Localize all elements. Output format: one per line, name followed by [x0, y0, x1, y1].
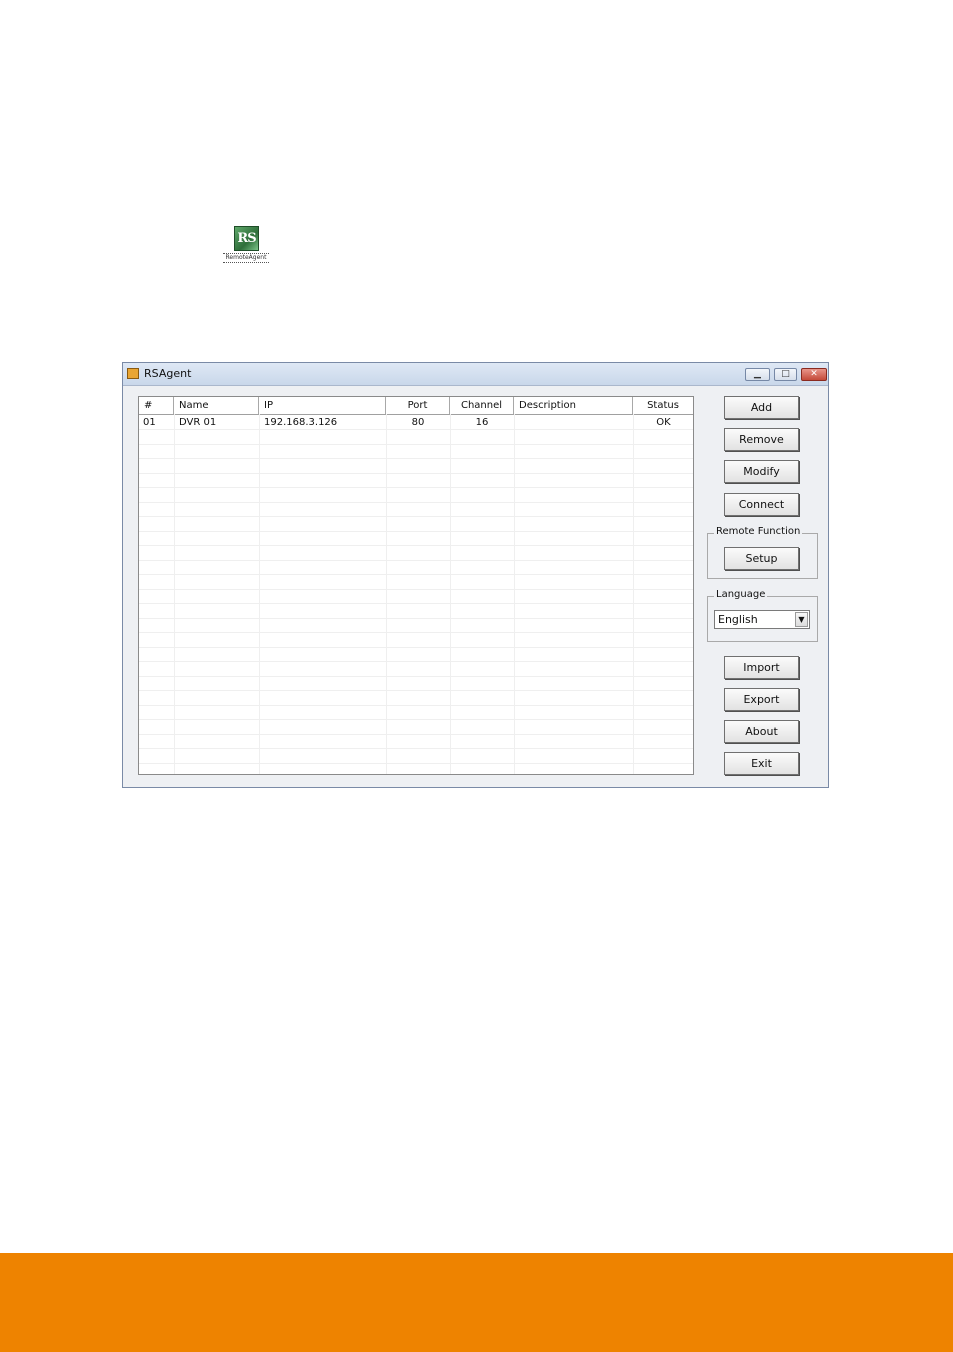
- grid-line: [139, 690, 693, 691]
- modify-button[interactable]: Modify: [724, 460, 799, 483]
- grid-line: [139, 618, 693, 619]
- rsagent-desktop-icon[interactable]: RS RemoteAgent: [222, 226, 270, 264]
- grid-line: [139, 603, 693, 604]
- grid-line: [450, 414, 451, 774]
- desktop-icon-caption: RemoteAgent: [223, 253, 269, 263]
- grid-line: [139, 545, 693, 546]
- column-header-channel[interactable]: Channel: [450, 397, 514, 414]
- grid-line: [139, 676, 693, 677]
- row-ip: 192.168.3.126: [264, 417, 338, 428]
- maximize-button[interactable]: □: [774, 368, 797, 381]
- setup-button[interactable]: Setup: [724, 547, 799, 570]
- connect-button[interactable]: Connect: [724, 493, 799, 516]
- remote-function-label: Remote Function: [714, 526, 803, 537]
- language-selected-value: English: [718, 613, 758, 626]
- import-button[interactable]: Import: [724, 656, 799, 679]
- grid-line: [139, 560, 693, 561]
- grid-line: [139, 705, 693, 706]
- rsagent-window: RSAgent ▁ □ ✕ # Name IP Port Channel Des…: [122, 362, 829, 788]
- title-bar[interactable]: RSAgent ▁ □ ✕: [123, 363, 828, 386]
- footer-bar: [0, 1253, 953, 1352]
- row-name: DVR 01: [179, 417, 217, 428]
- window-title: RSAgent: [144, 367, 192, 380]
- grid-line: [139, 516, 693, 517]
- row-port: 80: [411, 417, 425, 428]
- grid-line: [139, 647, 693, 648]
- row-number: 01: [143, 417, 156, 428]
- export-button[interactable]: Export: [724, 688, 799, 711]
- about-button[interactable]: About: [724, 720, 799, 743]
- grid-line: [139, 531, 693, 532]
- close-button[interactable]: ✕: [801, 368, 827, 381]
- grid-line: [139, 763, 693, 764]
- grid-line: [139, 748, 693, 749]
- rsagent-window-icon: [127, 368, 139, 379]
- dropdown-arrow-icon[interactable]: ▼: [795, 612, 808, 627]
- row-status: OK: [656, 417, 671, 428]
- grid-line: [514, 414, 515, 774]
- language-select[interactable]: English ▼: [714, 610, 810, 629]
- rsagent-app-icon: RS: [234, 226, 259, 251]
- grid-line: [139, 487, 693, 488]
- grid-line: [139, 589, 693, 590]
- row-channel: 16: [475, 417, 489, 428]
- column-header-name[interactable]: Name: [174, 397, 259, 414]
- grid-line: [139, 734, 693, 735]
- grid-line: [139, 444, 693, 445]
- column-header-number[interactable]: #: [139, 397, 174, 414]
- grid-line: [139, 574, 693, 575]
- list-header: # Name IP Port Channel Description Statu…: [139, 397, 693, 415]
- minimize-button[interactable]: ▁: [745, 368, 770, 381]
- grid-line: [139, 473, 693, 474]
- exit-button[interactable]: Exit: [724, 752, 799, 775]
- grid-line: [259, 414, 260, 774]
- column-header-description[interactable]: Description: [514, 397, 633, 414]
- grid-line: [139, 632, 693, 633]
- grid-line: [139, 502, 693, 503]
- grid-line: [139, 458, 693, 459]
- dvr-list[interactable]: # Name IP Port Channel Description Statu…: [138, 396, 694, 775]
- table-row[interactable]: 01 DVR 01 192.168.3.126 80 16 OK: [139, 416, 693, 430]
- column-header-status[interactable]: Status: [633, 397, 693, 414]
- grid-line: [139, 719, 693, 720]
- column-header-ip[interactable]: IP: [259, 397, 386, 414]
- add-button[interactable]: Add: [724, 396, 799, 419]
- grid-line: [386, 414, 387, 774]
- grid-line: [139, 429, 693, 430]
- grid-line: [139, 661, 693, 662]
- column-header-port[interactable]: Port: [386, 397, 450, 414]
- language-label: Language: [714, 589, 768, 600]
- remove-button[interactable]: Remove: [724, 428, 799, 451]
- grid-line: [633, 414, 634, 774]
- grid-line: [174, 414, 175, 774]
